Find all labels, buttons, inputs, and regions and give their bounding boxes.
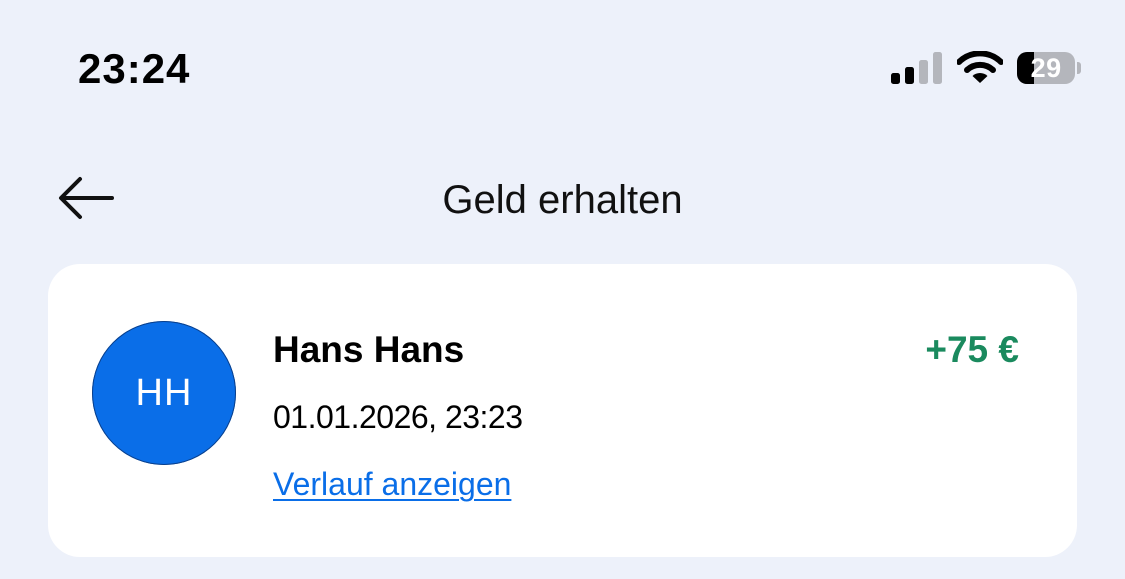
transaction-card[interactable]: HH Hans Hans 01.01.2026, 23:23 Verlauf a… bbox=[48, 264, 1077, 557]
status-time: 23:24 bbox=[78, 45, 191, 92]
cellular-signal-icon bbox=[891, 52, 942, 84]
avatar: HH bbox=[92, 321, 236, 465]
transaction-amount: +75 € bbox=[925, 329, 1019, 370]
battery-cap bbox=[1077, 62, 1081, 74]
battery-body: 29 bbox=[1017, 52, 1076, 84]
battery-level: 29 bbox=[1030, 53, 1062, 83]
status-icons: 29 bbox=[891, 48, 1081, 88]
sender-name: Hans Hans bbox=[273, 329, 465, 370]
page-title: Geld erhalten bbox=[442, 178, 683, 222]
transaction-date: 01.01.2026, 23:23 bbox=[273, 399, 523, 435]
battery-icon: 29 bbox=[1017, 51, 1081, 85]
show-history-link[interactable]: Verlauf anzeigen bbox=[273, 464, 511, 504]
wifi-icon bbox=[957, 51, 1003, 83]
